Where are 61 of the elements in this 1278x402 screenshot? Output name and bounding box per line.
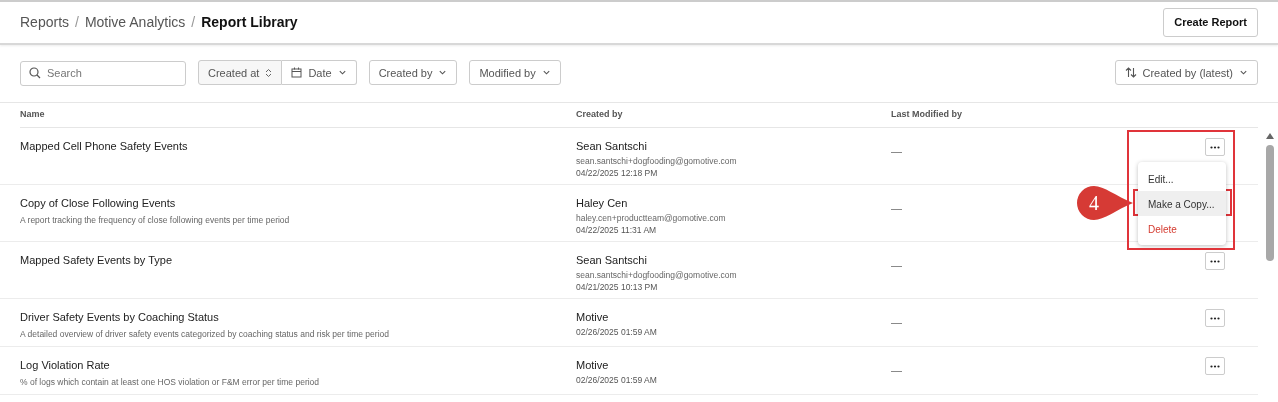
creator-email: sean.santschi+dogfooding@gomotive.com <box>576 154 738 167</box>
search-field[interactable]: Search <box>20 60 186 86</box>
created-at-sort-button[interactable]: Created at <box>198 60 283 86</box>
create-report-button[interactable]: Create Report <box>1163 8 1258 37</box>
last-modified-value: — <box>891 259 902 271</box>
creator-name: Sean Santschi <box>576 139 648 154</box>
created-date: 02/26/2025 01:59 AM <box>576 325 658 338</box>
report-name[interactable]: Mapped Cell Phone Safety Events <box>20 138 576 155</box>
sort-dropdown[interactable]: Created by (latest) <box>1114 60 1258 86</box>
modified-by-dropdown[interactable]: Modified by <box>469 60 561 86</box>
search-icon <box>29 67 41 79</box>
created-date: 04/22/2025 11:31 AM <box>576 223 658 236</box>
column-header: Created by <box>576 108 623 122</box>
chevron-down-icon <box>1239 68 1248 78</box>
created-date: 04/22/2025 12:18 PM <box>576 166 659 179</box>
column-header: Name <box>20 108 45 122</box>
chevron-down-icon <box>337 68 347 78</box>
more-icon <box>1210 316 1220 320</box>
creator-name: Haley Cen <box>576 196 629 211</box>
created-date: 02/26/2025 01:59 AM <box>576 373 658 386</box>
last-modified-value: — <box>891 202 902 214</box>
report-description: A detailed overview of driver safety events categorized by coaching status and risk per time period <box>20 327 390 341</box>
creator-name: Motive <box>576 358 610 373</box>
sort-arrows-icon <box>1124 67 1137 79</box>
report-name[interactable]: Log Violation Rate <box>20 357 576 374</box>
last-modified-value: — <box>891 145 902 157</box>
more-icon <box>1210 145 1220 149</box>
created-by-dropdown[interactable]: Created by <box>368 60 458 86</box>
date-dropdown[interactable]: Date <box>282 60 357 86</box>
calendar-icon <box>291 67 303 79</box>
creator-name: Motive <box>576 310 610 325</box>
chevron-down-icon <box>438 68 448 78</box>
breadcrumb-link[interactable]: Motive Analytics <box>84 12 186 33</box>
report-description: % of logs which contain at least one HOS violation or F&M error per time period <box>20 375 321 389</box>
step-marker: 4 <box>1076 185 1134 221</box>
more-button[interactable] <box>1205 252 1225 270</box>
report-description: A report tracking the frequency of close following events per time period <box>20 213 291 227</box>
report-name[interactable]: Mapped Safety Events by Type <box>20 252 576 269</box>
more-icon <box>1210 259 1220 263</box>
creator-email: sean.santschi+dogfooding@gomotive.com <box>576 268 738 281</box>
report-name[interactable]: Copy of Close Following Events <box>20 195 576 212</box>
created-date: 04/21/2025 10:13 PM <box>576 280 659 293</box>
breadcrumb-separator: / <box>191 13 196 32</box>
last-modified-value: — <box>891 364 902 376</box>
more-button[interactable] <box>1205 309 1225 327</box>
menu-item[interactable]: Delete <box>1138 216 1226 241</box>
sort-icon <box>265 67 273 78</box>
more-icon <box>1210 364 1220 368</box>
menu-item[interactable]: Make a Copy... <box>1138 191 1226 216</box>
breadcrumb-link[interactable]: Report Library <box>201 12 298 33</box>
more-button[interactable] <box>1205 357 1225 375</box>
report-name[interactable]: Driver Safety Events by Coaching Status <box>20 309 576 326</box>
breadcrumb-link[interactable]: Reports <box>20 12 70 33</box>
creator-email: haley.cen+productteam@gomotive.com <box>576 211 727 224</box>
breadcrumb-separator: / <box>75 13 79 32</box>
menu-item[interactable]: Edit... <box>1138 166 1226 191</box>
more-button[interactable] <box>1205 138 1225 156</box>
last-modified-value: — <box>891 316 902 328</box>
creator-name: Sean Santschi <box>576 253 648 268</box>
chevron-down-icon <box>541 68 551 78</box>
column-header: Last Modified by <box>891 108 962 122</box>
